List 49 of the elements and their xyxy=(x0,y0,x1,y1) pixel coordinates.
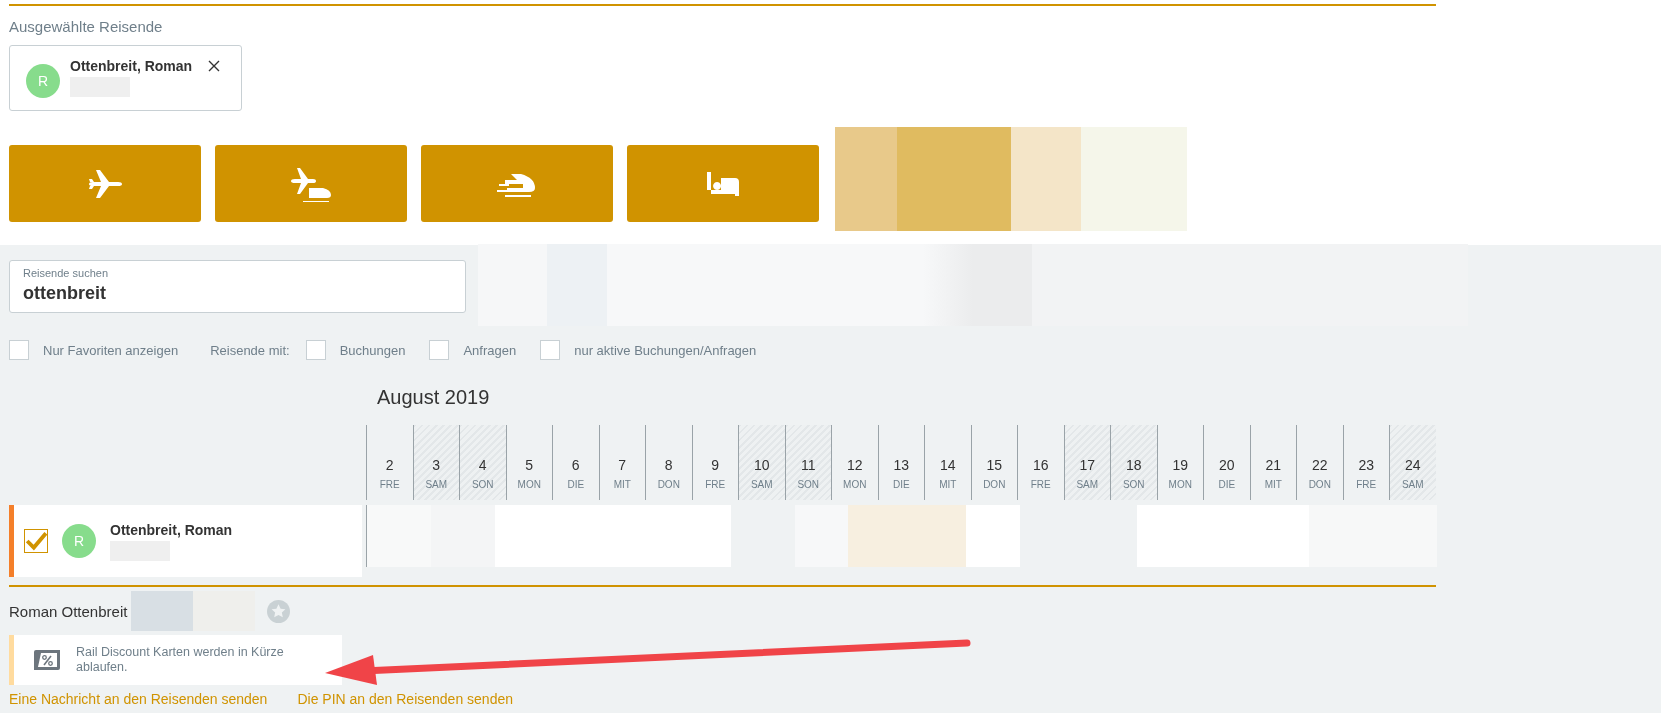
day-header: 24 SAM xyxy=(1389,425,1436,500)
travel-type-button[interactable] xyxy=(9,145,201,222)
day-header: 7 MIT xyxy=(598,425,645,500)
checkbox[interactable] xyxy=(24,529,48,553)
traveler-chip[interactable]: R Ottenbreit, Roman xyxy=(9,45,242,111)
traveler-row[interactable]: R Ottenbreit, Roman xyxy=(9,505,362,577)
travel-type-button[interactable] xyxy=(421,145,613,222)
checkbox[interactable] xyxy=(429,340,450,360)
travel-type-button[interactable] xyxy=(627,145,819,222)
checkbox-label: Anfragen xyxy=(463,342,517,358)
avatar: R xyxy=(26,64,60,98)
travel-type-button[interactable] xyxy=(215,145,407,222)
checkbox[interactable] xyxy=(305,340,326,360)
checkbox-label: Buchungen xyxy=(339,342,406,358)
day-header: 2 FRE xyxy=(366,425,413,500)
day-header: 12 MON xyxy=(831,425,878,500)
day-header: 4 SON xyxy=(459,425,506,500)
checkbox[interactable] xyxy=(9,340,29,360)
day-header: 5 MON xyxy=(505,425,552,500)
section-title: Ausgewählte Reisende xyxy=(9,4,1436,35)
day-header: 11 SON xyxy=(784,425,831,500)
day-header: 18 SON xyxy=(1110,425,1157,500)
day-header: 14 MIT xyxy=(924,425,971,500)
day-header: 16 FRE xyxy=(1017,425,1064,500)
checkbox-label: Nur Favoriten anzeigen xyxy=(43,342,179,358)
day-header: 13 DIE xyxy=(877,425,924,500)
traveler-name: Ottenbreit, Roman xyxy=(110,521,233,538)
day-header: 20 DIE xyxy=(1203,425,1250,500)
day-header: 21 MIT xyxy=(1249,425,1296,500)
day-header: 6 DIE xyxy=(552,425,599,500)
search-field[interactable]: Reisende suchen ottenbreit xyxy=(9,260,466,313)
notice-text: Rail Discount Karten werden in Kürze ablaufen. xyxy=(76,645,285,675)
avatar: R xyxy=(62,524,96,558)
day-header: 3 SAM xyxy=(412,425,459,500)
day-header: 10 SAM xyxy=(738,425,785,500)
close-icon[interactable] xyxy=(208,60,221,72)
day-header: 22 DON xyxy=(1296,425,1343,500)
discount-card-icon xyxy=(34,650,60,670)
day-header: 8 DON xyxy=(645,425,692,500)
day-header: 19 MON xyxy=(1156,425,1203,500)
day-header: 15 DON xyxy=(970,425,1017,500)
traveler-name: Roman Ottenbreit xyxy=(9,602,128,620)
filter-label: Reisende mit: xyxy=(210,342,290,358)
checkbox-label: nur aktive Buchungen/Anfragen xyxy=(574,342,757,358)
search-input[interactable]: ottenbreit xyxy=(23,283,452,304)
checkbox[interactable] xyxy=(540,340,561,360)
month-title: August 2019 xyxy=(376,386,491,410)
day-header: 17 SAM xyxy=(1063,425,1110,500)
traveler-name: Ottenbreit, Roman xyxy=(70,58,193,74)
